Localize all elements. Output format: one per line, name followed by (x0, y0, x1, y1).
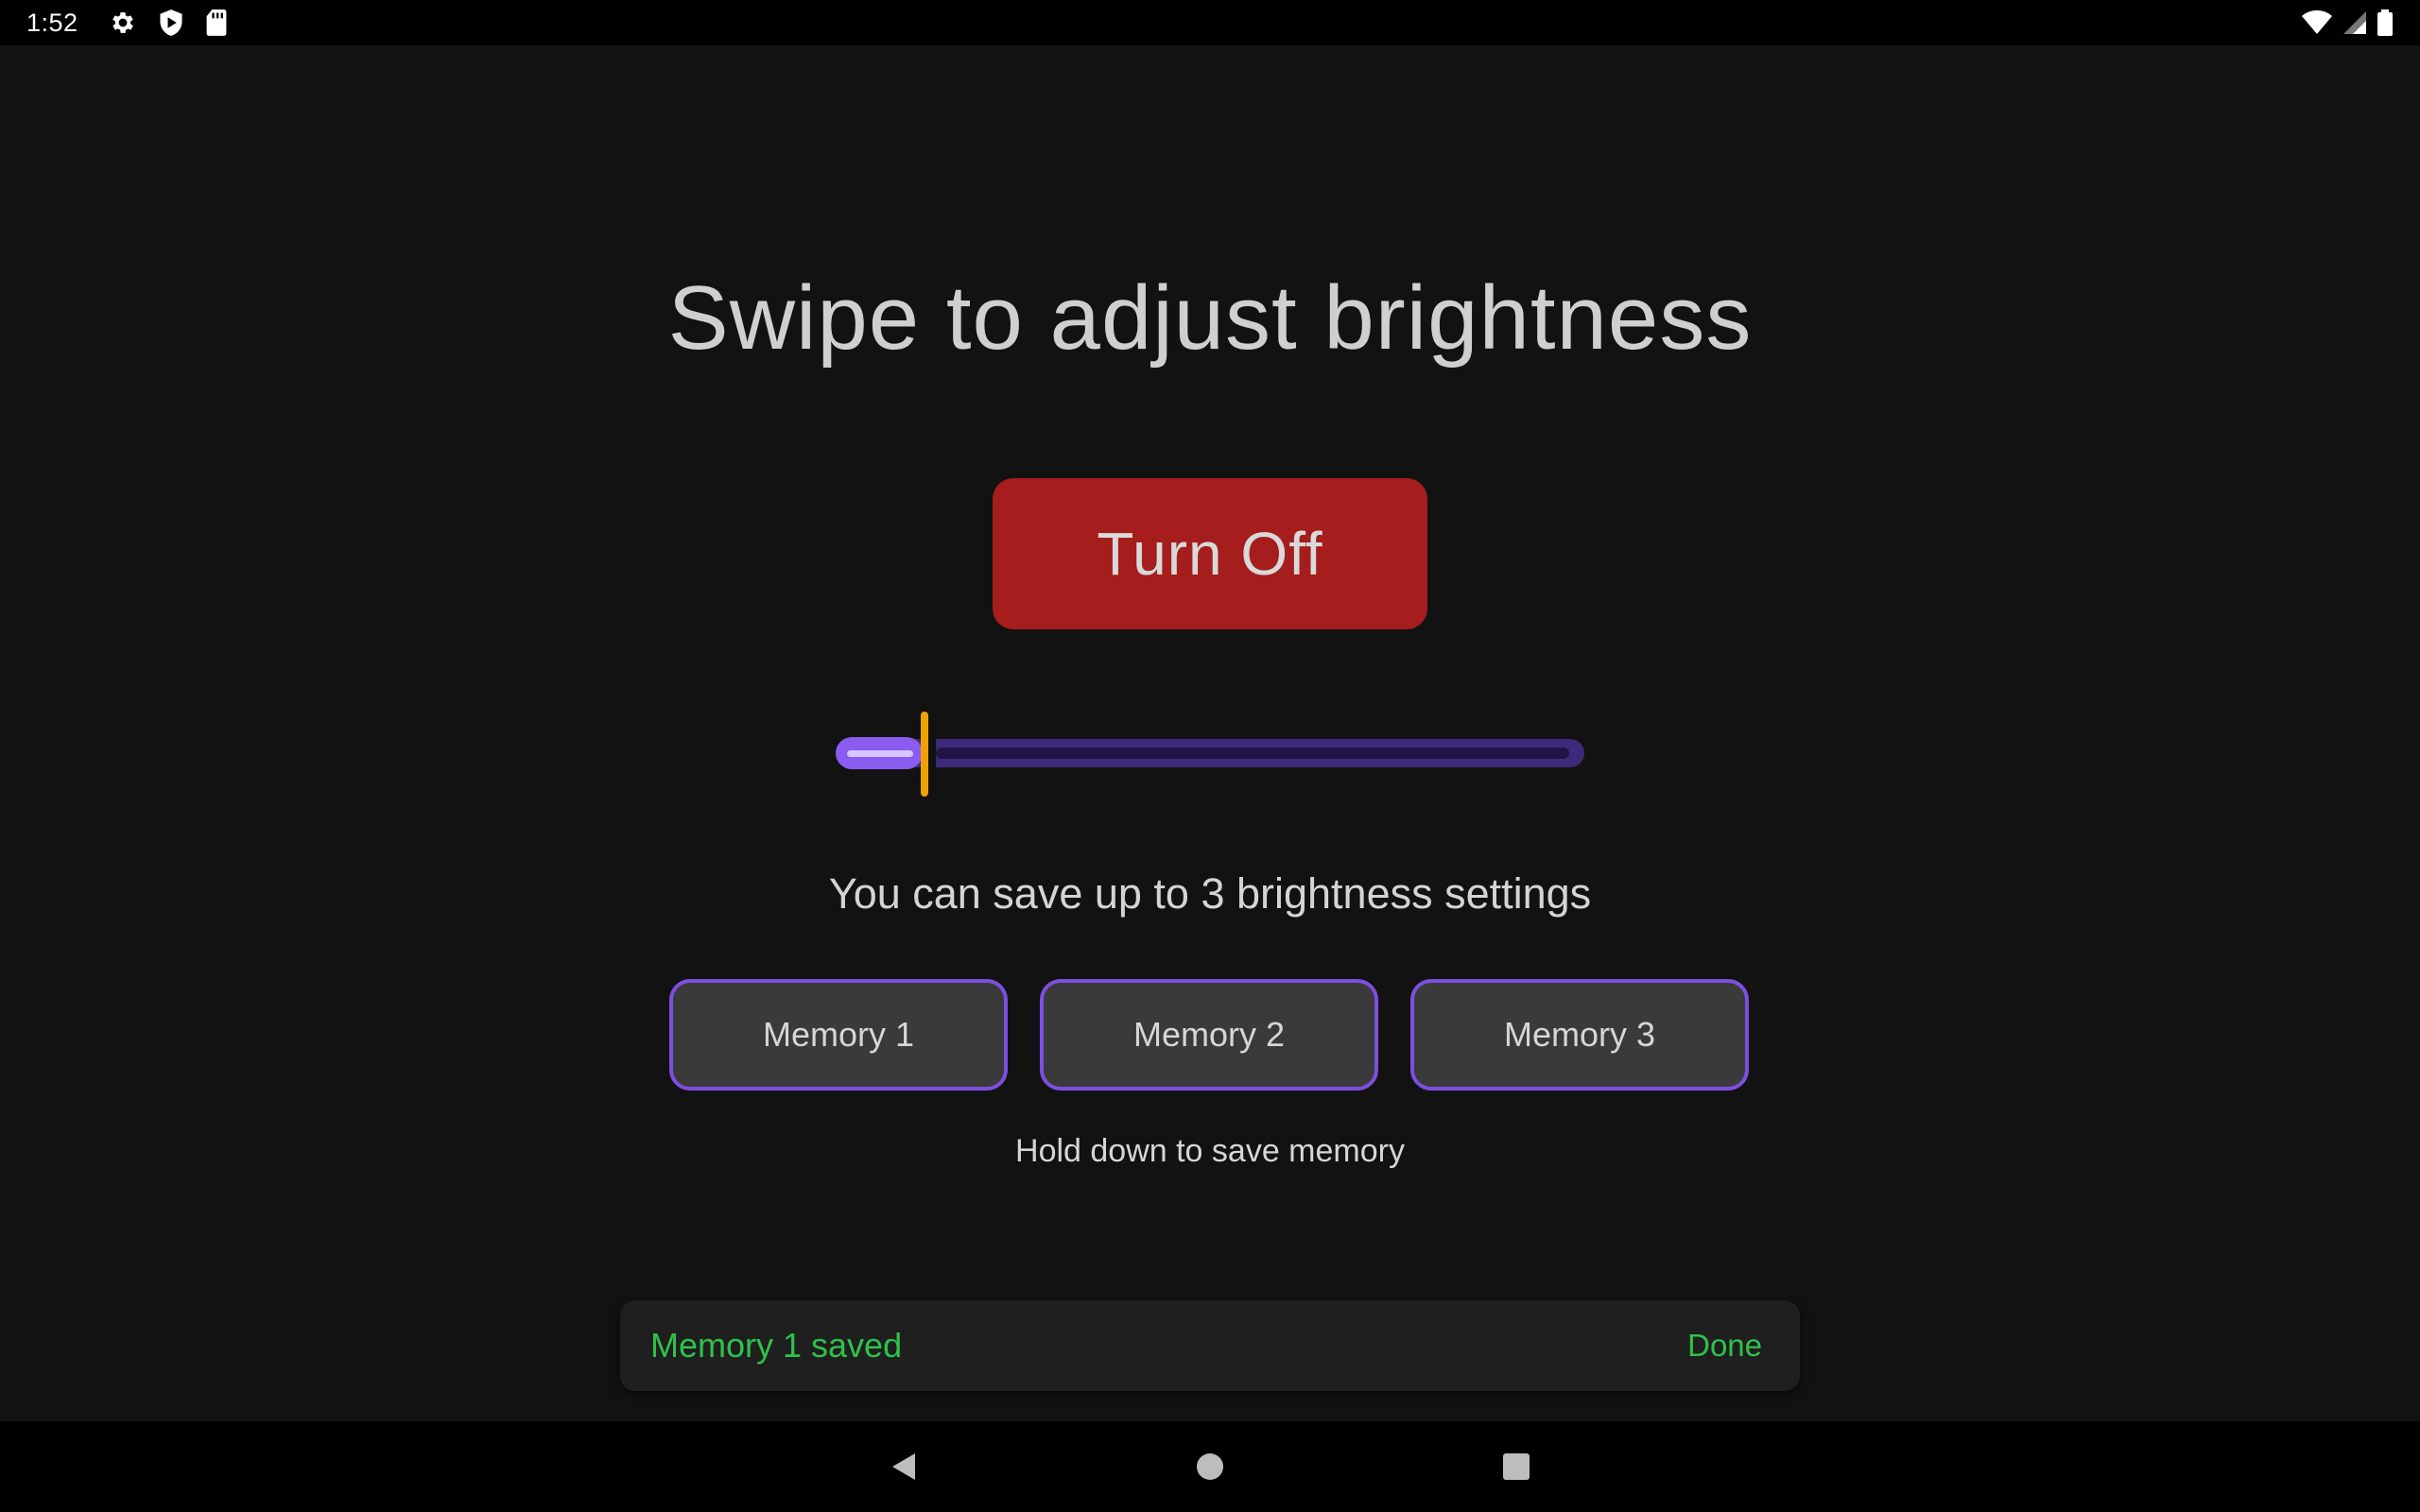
memory-1-button[interactable]: Memory 1 (669, 979, 1008, 1091)
battery-icon (2377, 9, 2394, 37)
memory-description: You can save up to 3 brightness settings (828, 869, 1592, 918)
brightness-slider[interactable] (832, 709, 1588, 799)
memory-3-button[interactable]: Memory 3 (1410, 979, 1749, 1091)
snackbar-done-button[interactable]: Done (1687, 1300, 1762, 1391)
back-icon[interactable] (881, 1444, 926, 1489)
recents-icon[interactable] (1494, 1444, 1539, 1489)
page-title: Swipe to adjust brightness (667, 267, 1753, 369)
status-time: 1:52 (26, 8, 78, 37)
signal-icon (2342, 9, 2367, 36)
shield-icon (158, 9, 184, 37)
turn-off-button[interactable]: Turn Off (993, 478, 1427, 629)
status-bar: 1:52 (0, 0, 2420, 45)
slider-track-inner (936, 747, 1569, 759)
status-right (2301, 0, 2394, 45)
navigation-bar (0, 1421, 2420, 1512)
memory-2-button[interactable]: Memory 2 (1040, 979, 1378, 1091)
gear-icon (109, 9, 137, 37)
slider-thumb[interactable] (921, 712, 928, 797)
home-icon[interactable] (1187, 1444, 1233, 1489)
status-left: 1:52 (26, 0, 228, 45)
sd-card-icon (205, 9, 228, 37)
snackbar: Memory 1 saved Done (620, 1300, 1800, 1391)
memory-hint: Hold down to save memory (1015, 1133, 1405, 1169)
slider-active-highlight (847, 750, 913, 757)
snackbar-message: Memory 1 saved (650, 1326, 903, 1365)
wifi-icon (2301, 9, 2333, 36)
memory-buttons-row: Memory 1 Memory 2 Memory 3 (669, 979, 1751, 1092)
screen: 1:52 Swipe to adjust brightness Turn Off… (0, 0, 2420, 1512)
